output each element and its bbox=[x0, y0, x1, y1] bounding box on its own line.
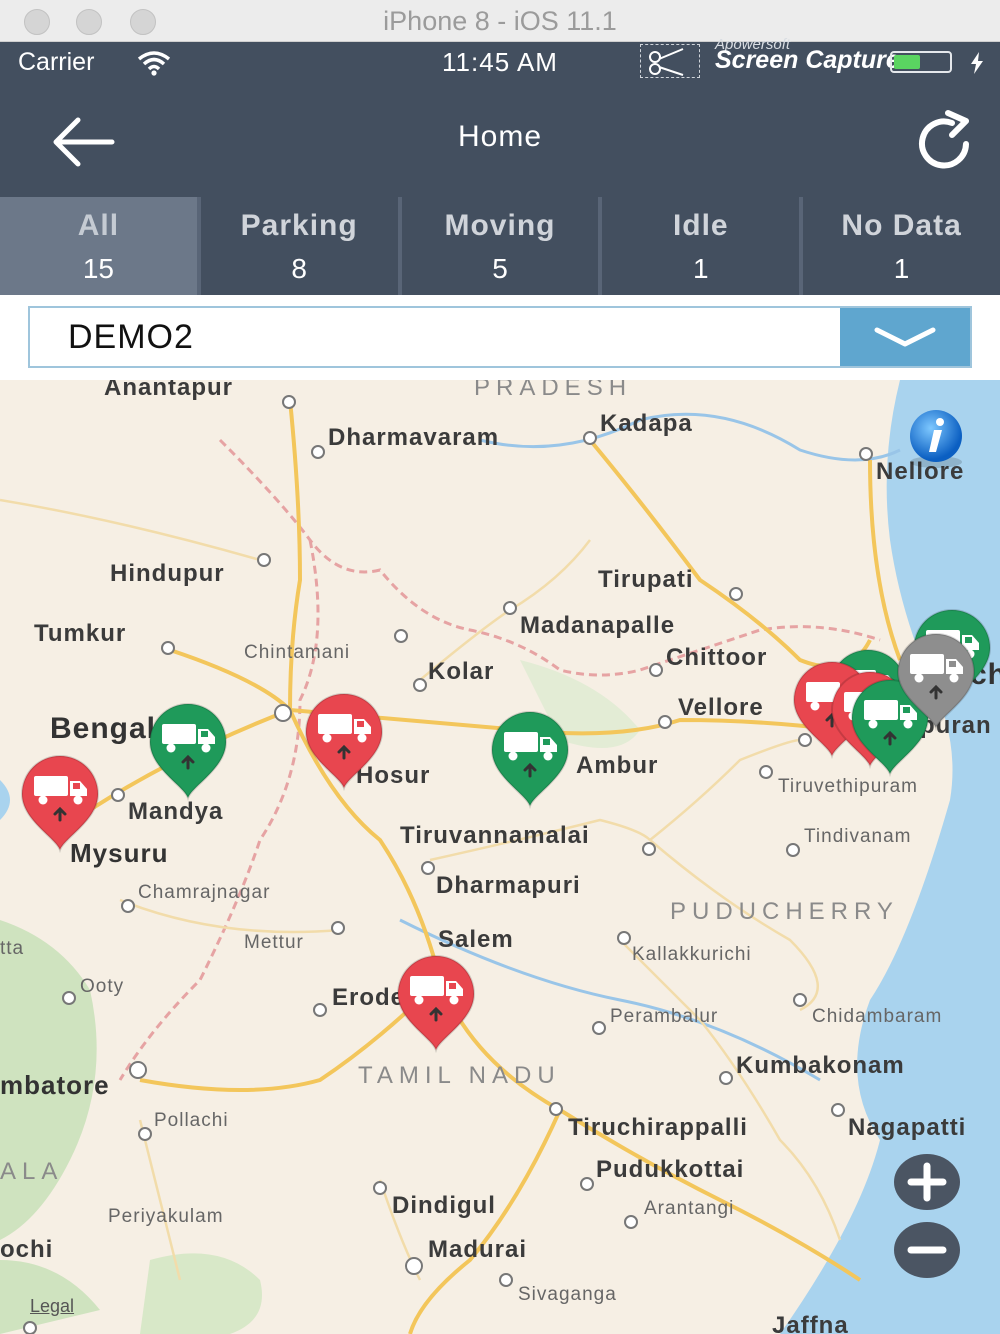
map-label-dharmavaram: Dharmavaram bbox=[328, 424, 500, 451]
minus-icon bbox=[907, 1246, 947, 1254]
map-label-kochi: ochi bbox=[0, 1236, 54, 1263]
map-label-pradesh: PRADESH bbox=[474, 380, 633, 401]
map-label-coimbatore: mbatore bbox=[0, 1070, 110, 1100]
refresh-button[interactable] bbox=[908, 108, 980, 180]
map-label-mettur: Mettur bbox=[244, 932, 304, 953]
map-label-dharmapuri: Dharmapuri bbox=[436, 872, 581, 899]
simulator-title: iPhone 8 - iOS 11.1 bbox=[383, 6, 617, 36]
map-label-pollachi: Pollachi bbox=[154, 1110, 229, 1131]
truck-icon bbox=[896, 633, 976, 732]
map-label-mandya: Mandya bbox=[128, 798, 224, 825]
map-label-vellore: Vellore bbox=[678, 694, 764, 721]
map-legal-link[interactable]: Legal bbox=[30, 1296, 74, 1317]
group-select-toggle[interactable] bbox=[840, 308, 970, 366]
map-label-kerala: ALA bbox=[0, 1158, 64, 1185]
tab-idle[interactable]: Idle 1 bbox=[598, 197, 800, 295]
map-label-tindivanam: Tindivanam bbox=[804, 826, 912, 847]
navigation-bar: Home bbox=[0, 84, 1000, 197]
tab-count: 5 bbox=[492, 253, 508, 284]
map-label-nagapatti: Nagapatti bbox=[848, 1114, 967, 1141]
charging-bolt-icon bbox=[971, 52, 983, 74]
map-label-madurai: Madurai bbox=[428, 1236, 528, 1263]
vehicle-marker-parking[interactable] bbox=[300, 692, 388, 792]
group-select[interactable]: DEMO2 bbox=[28, 306, 972, 368]
map-label-dindigul: Dindigul bbox=[392, 1192, 496, 1219]
tab-count: 1 bbox=[693, 253, 709, 284]
map-label-jaffna: Jaffna bbox=[772, 1312, 849, 1334]
map-label-chittoor: Chittoor bbox=[666, 644, 768, 671]
zoom-in-button[interactable] bbox=[894, 1154, 960, 1210]
battery-icon bbox=[890, 51, 952, 73]
map-label-perambalur: Perambalur bbox=[610, 1006, 719, 1027]
tab-label: Parking bbox=[240, 209, 358, 242]
tab-no-data[interactable]: No Data 1 bbox=[799, 197, 1000, 295]
tab-label: Moving bbox=[444, 209, 556, 242]
tab-moving[interactable]: Moving 5 bbox=[397, 197, 599, 295]
map-label-kolar: Kolar bbox=[428, 658, 495, 685]
vehicle-marker-parking[interactable] bbox=[16, 754, 104, 854]
map-label-tirupati: Tirupati bbox=[598, 566, 694, 593]
tab-all[interactable]: All 15 bbox=[0, 197, 197, 295]
map-label-chidambaram: Chidambaram bbox=[812, 1006, 943, 1027]
map-label-anantapur: Anantapur bbox=[104, 380, 233, 401]
overlay-title: Screen Capture bbox=[715, 46, 900, 74]
info-button[interactable] bbox=[898, 402, 974, 478]
map-label-kallakkurichi: Kallakkurichi bbox=[632, 944, 752, 965]
map-label-hindupur: Hindupur bbox=[110, 560, 225, 587]
tab-label: No Data bbox=[841, 209, 962, 242]
vehicle-marker-parking[interactable] bbox=[392, 954, 480, 1054]
map-label-tiruchirappalli: Tiruchirappalli bbox=[568, 1114, 748, 1141]
truck-icon bbox=[396, 955, 476, 1054]
map-label-periyakulam: Periyakulam bbox=[108, 1206, 224, 1227]
map-label-chintamani: Chintamani bbox=[244, 642, 351, 663]
plus-icon bbox=[907, 1162, 947, 1202]
map-label-tamil-nadu: TAMIL NADU bbox=[358, 1062, 561, 1089]
truck-icon bbox=[490, 711, 570, 810]
chevron-down-icon bbox=[874, 327, 936, 347]
map-label-salem: Salem bbox=[438, 926, 514, 953]
map-label-puducherry: PUDUCHERRY bbox=[670, 898, 899, 925]
map-label-kadapa: Kadapa bbox=[600, 410, 693, 437]
map-label-madanapalle: Madanapalle bbox=[520, 612, 676, 639]
map-view[interactable]: Anantapur PRADESH Kadapa Dharmavaram Nel… bbox=[0, 380, 1000, 1334]
map-label-kumbakonam: Kumbakonam bbox=[736, 1052, 905, 1079]
tab-count: 1 bbox=[893, 253, 910, 284]
group-select-value: DEMO2 bbox=[68, 318, 194, 356]
map-label-ooty: Ooty bbox=[80, 976, 125, 997]
vehicle-marker-nodata[interactable] bbox=[892, 632, 980, 732]
map-label-sivaganga: Sivaganga bbox=[518, 1284, 617, 1305]
truck-icon bbox=[304, 693, 384, 792]
map-label-arantangi: Arantangi bbox=[644, 1198, 735, 1219]
map-label-pudukkottai: Pudukkottai bbox=[596, 1156, 745, 1183]
vehicle-marker-moving[interactable] bbox=[486, 710, 574, 810]
truck-icon bbox=[20, 755, 100, 854]
tab-count: 15 bbox=[82, 253, 114, 284]
map-label-tumkur: Tumkur bbox=[34, 620, 127, 647]
tab-count: 8 bbox=[291, 253, 307, 284]
tab-parking[interactable]: Parking 8 bbox=[196, 197, 398, 295]
map-label-ambur: Ambur bbox=[576, 752, 659, 779]
status-filter-tabs: All 15 Parking 8 Moving 5 Idle 1 No Data… bbox=[0, 197, 1000, 295]
map-label-tta: tta bbox=[0, 938, 25, 959]
truck-icon bbox=[148, 703, 228, 802]
tab-label: Idle bbox=[672, 209, 729, 242]
info-icon bbox=[910, 410, 962, 468]
vehicle-marker-moving[interactable] bbox=[144, 702, 232, 802]
scissors-icon bbox=[640, 44, 700, 78]
zoom-out-button[interactable] bbox=[894, 1222, 960, 1278]
map-label-tiruvethipuram: Tiruvethipuram bbox=[778, 776, 919, 797]
tab-label: All bbox=[77, 209, 120, 242]
screen-capture-overlay: Apowersoft Screen Capture bbox=[640, 36, 990, 80]
page-title: Home bbox=[457, 120, 543, 153]
refresh-icon bbox=[919, 110, 969, 169]
status-bar: Carrier 11:45 AM Apowersoft Screen Captu… bbox=[0, 36, 1000, 84]
map-label-tiruvannamalai: Tiruvannamalai bbox=[400, 822, 590, 849]
battery-level bbox=[894, 55, 921, 69]
map-label-chamrajnagar: Chamrajnagar bbox=[138, 882, 271, 903]
